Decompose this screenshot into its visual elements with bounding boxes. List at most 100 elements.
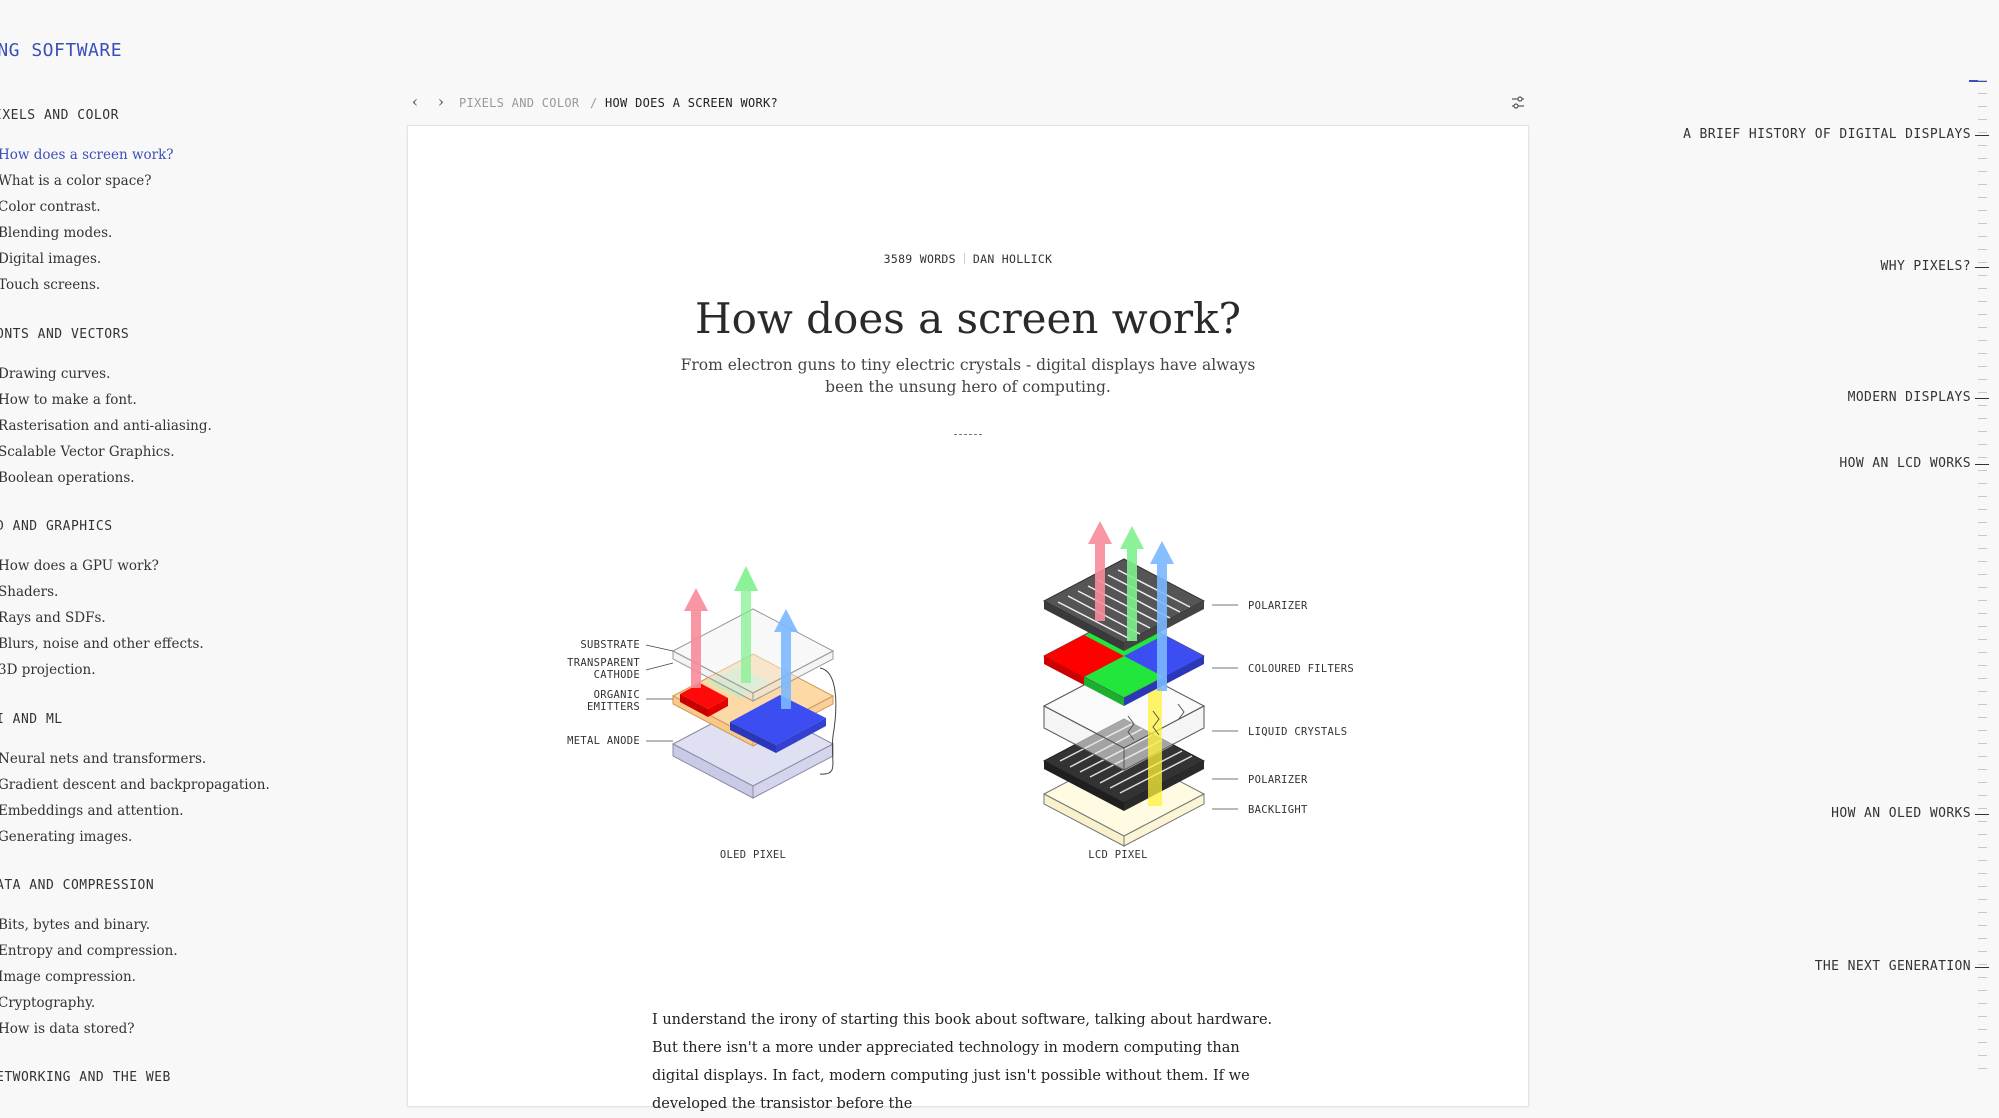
sidebar-item-neural-nets[interactable]: Neural nets and transformers.	[0, 751, 206, 767]
forward-arrow-icon[interactable]: ›	[433, 92, 449, 112]
top-bar: ‹ › PIXELS AND COLOR / HOW DOES A SCREEN…	[407, 92, 1527, 114]
sidebar-item-blending-modes[interactable]: Blending modes.	[0, 225, 112, 241]
ruler-tick	[1978, 535, 1987, 536]
word-count: 3589 WORDS	[883, 252, 956, 266]
ruler-tick	[1978, 990, 1987, 991]
sidebar-section-title: ETWORKING AND THE WEB	[0, 1070, 171, 1082]
lcd-label-liquid-crystals: LIQUID CRYSTALS	[1248, 726, 1347, 738]
sidebar-item-svg[interactable]: Scalable Vector Graphics.	[0, 444, 175, 460]
ruler-tick	[1978, 808, 1987, 809]
toc-item-modern-displays[interactable]: MODERN DISPLAYS	[1848, 390, 1990, 405]
ruler-tick	[1978, 730, 1987, 731]
sidebar-item-blurs[interactable]: Blurs, noise and other effects.	[0, 636, 204, 652]
sidebar-section-title: D AND GRAPHICS	[0, 519, 113, 534]
oled-label-transparent: TRANSPARENT	[567, 657, 640, 669]
ruler-tick	[1978, 444, 1987, 445]
back-arrow-icon[interactable]: ‹	[407, 92, 423, 112]
ruler-tick	[1978, 769, 1987, 770]
ruler-tick	[1978, 964, 1987, 965]
ruler-tick	[1978, 431, 1987, 432]
ruler-tick	[1978, 613, 1987, 614]
toc-item-why-pixels[interactable]: WHY PIXELS?	[1881, 259, 1989, 274]
ruler-tick	[1978, 236, 1987, 237]
ruler-tick	[1978, 821, 1987, 822]
ruler-tick	[1978, 977, 1987, 978]
ruler-tick	[1978, 548, 1987, 549]
ruler-tick	[1978, 834, 1987, 835]
ruler-tick	[1978, 678, 1987, 679]
breadcrumb-parent[interactable]: PIXELS AND COLOR	[459, 96, 579, 110]
sidebar-item-rasterisation[interactable]: Rasterisation and anti-aliasing.	[0, 418, 212, 434]
oled-label-metal-anode: METAL ANODE	[567, 735, 640, 747]
sidebar-item-3d-projection[interactable]: 3D projection.	[0, 662, 96, 678]
ruler-tick	[1978, 912, 1987, 913]
ruler-tick	[1978, 756, 1987, 757]
lcd-label-backlight: BACKLIGHT	[1248, 804, 1308, 816]
sidebar-item-gpu[interactable]: How does a GPU work?	[0, 558, 159, 574]
ruler-tick	[1978, 873, 1987, 874]
sidebar-item-image-compression[interactable]: Image compression.	[0, 969, 136, 985]
ruler-tick	[1978, 847, 1987, 848]
sliders-icon[interactable]	[1509, 94, 1527, 112]
sidebar-section-title: ATA AND COMPRESSION	[0, 878, 155, 893]
sidebar-item-touch-screens[interactable]: Touch screens.	[0, 277, 100, 293]
sidebar-item-how-does-a-screen-work[interactable]: How does a screen work?	[0, 147, 174, 163]
sidebar-item-cryptography[interactable]: Cryptography.	[0, 995, 95, 1011]
ruler-tick	[1978, 457, 1987, 458]
sidebar-item-gradient-descent[interactable]: Gradient descent and backpropagation.	[0, 777, 270, 793]
ruler-tick	[1978, 639, 1987, 640]
sidebar-item-bits-bytes[interactable]: Bits, bytes and binary.	[0, 917, 150, 933]
ruler-tick	[1978, 210, 1987, 211]
sidebar-item-color-space[interactable]: What is a color space?	[0, 173, 152, 189]
ruler-tick	[1978, 782, 1987, 783]
sidebar-section-title: IXELS AND COLOR	[0, 108, 119, 123]
sidebar-item-embeddings[interactable]: Embeddings and attention.	[0, 803, 184, 819]
brand-title[interactable]: ING SOFTWARE	[0, 40, 122, 61]
sidebar-item-digital-images[interactable]: Digital images.	[0, 251, 101, 267]
ruler-tick	[1978, 886, 1987, 887]
ruler-tick	[1978, 1068, 1987, 1069]
sidebar-item-data-stored[interactable]: How is data stored?	[0, 1021, 135, 1037]
breadcrumb-separator: /	[590, 96, 598, 110]
ruler-tick	[1978, 93, 1987, 94]
pixel-illustration: SUBSTRATE TRANSPARENT CATHODE ORGANIC EM…	[558, 506, 1378, 866]
sidebar-item-rays-sdfs[interactable]: Rays and SDFs.	[0, 610, 106, 626]
sidebar-item-color-contrast[interactable]: Color contrast.	[0, 199, 101, 215]
ruler-tick	[1978, 197, 1987, 198]
ruler-tick	[1978, 652, 1987, 653]
toc-item-history[interactable]: A BRIEF HISTORY OF DIGITAL DISPLAYS	[1683, 127, 1989, 142]
ruler-tick	[1978, 418, 1987, 419]
sidebar-item-boolean-operations[interactable]: Boolean operations.	[0, 470, 135, 486]
sidebar-item-generating-images[interactable]: Generating images.	[0, 829, 132, 845]
lcd-label-polarizer-bottom: POLARIZER	[1248, 774, 1308, 786]
article-meta: 3589 WORDS DAN HOLLICK	[408, 252, 1528, 266]
ruler-tick	[1978, 509, 1987, 510]
author: DAN HOLLICK	[972, 252, 1053, 266]
meta-separator	[963, 253, 965, 264]
ruler-tick	[1978, 574, 1987, 575]
ruler-tick	[1978, 561, 1987, 562]
toc-item-next-generation[interactable]: THE NEXT GENERATION	[1815, 959, 1990, 974]
sidebar-item-make-a-font[interactable]: How to make a font.	[0, 392, 137, 408]
ruler-tick	[1978, 470, 1987, 471]
ruler-tick	[1978, 223, 1987, 224]
ruler-tick	[1978, 353, 1987, 354]
sidebar-item-entropy[interactable]: Entropy and compression.	[0, 943, 178, 959]
breadcrumb-current: HOW DOES A SCREEN WORK?	[605, 96, 779, 110]
ruler-tick	[1978, 262, 1987, 263]
ruler-tick	[1978, 717, 1987, 718]
article-card: 3589 WORDS DAN HOLLICK How does a screen …	[407, 125, 1529, 1112]
ruler-tick	[1978, 1029, 1987, 1030]
ruler-tick	[1978, 795, 1987, 796]
ruler-tick	[1978, 925, 1987, 926]
toc-item-lcd[interactable]: HOW AN LCD WORKS	[1839, 456, 1989, 471]
sidebar-item-drawing-curves[interactable]: Drawing curves.	[0, 366, 110, 382]
toc-item-oled[interactable]: HOW AN OLED WORKS	[1831, 806, 1989, 821]
ruler-tick	[1978, 743, 1987, 744]
table-of-contents: A BRIEF HISTORY OF DIGITAL DISPLAYS WHY …	[1530, 0, 1999, 1082]
sidebar-section-title: ONTS AND VECTORS	[0, 327, 130, 342]
ruler-tick	[1978, 483, 1987, 484]
sidebar-item-shaders[interactable]: Shaders.	[0, 584, 58, 600]
toc-ruler	[1973, 80, 1987, 1080]
lcd-label-coloured-filters: COLOURED FILTERS	[1248, 663, 1354, 675]
